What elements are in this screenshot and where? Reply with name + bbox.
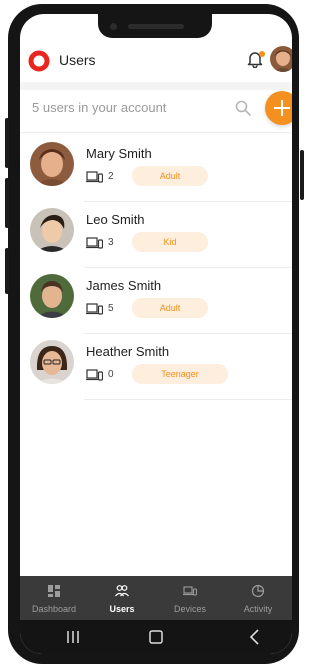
page-title: Users xyxy=(59,52,96,68)
system-navigation-bar xyxy=(20,620,292,654)
phone-side-button xyxy=(5,248,9,294)
avatar xyxy=(30,208,74,252)
home-icon[interactable] xyxy=(147,628,165,646)
role-badge: Teenager xyxy=(132,364,228,384)
device-count: 0 xyxy=(108,369,114,380)
role-badge: Adult xyxy=(132,166,208,186)
user-name: Leo Smith xyxy=(86,212,145,227)
recent-apps-icon[interactable] xyxy=(64,628,82,646)
devices-icon xyxy=(183,586,197,596)
add-user-button[interactable] xyxy=(265,91,292,125)
nav-users[interactable]: Users xyxy=(88,576,156,620)
notification-badge xyxy=(259,51,265,57)
user-name: Mary Smith xyxy=(86,146,152,161)
users-count-search[interactable]: 5 users in your account xyxy=(32,100,166,115)
user-row[interactable]: Heather Smith 0 Teenager xyxy=(20,334,292,400)
app-logo-ring-icon xyxy=(28,50,50,72)
dashboard-grid-icon xyxy=(48,585,60,597)
phone-side-button xyxy=(300,150,304,200)
user-row[interactable]: Leo Smith 3 Kid xyxy=(20,202,292,268)
devices-icon xyxy=(86,303,103,315)
user-name: Heather Smith xyxy=(86,344,170,359)
back-icon[interactable] xyxy=(246,628,264,646)
bottom-navigation: Dashboard Users Devices Activity xyxy=(20,576,292,620)
nav-activity[interactable]: Activity xyxy=(224,576,292,620)
nav-label: Activity xyxy=(243,604,273,614)
nav-label: Devices xyxy=(173,604,206,614)
front-camera xyxy=(110,23,117,30)
phone-side-button xyxy=(5,118,9,168)
nav-devices[interactable]: Devices xyxy=(156,576,224,620)
divider xyxy=(84,399,292,400)
devices-icon xyxy=(86,237,103,249)
avatar xyxy=(30,142,74,186)
activity-pie-icon xyxy=(251,584,265,598)
device-count: 2 xyxy=(108,171,114,182)
devices-icon xyxy=(86,171,103,183)
avatar xyxy=(30,274,74,318)
divider xyxy=(20,132,292,133)
phone-side-button xyxy=(5,178,9,228)
device-count: 5 xyxy=(108,303,114,314)
phone-speaker xyxy=(128,24,184,29)
role-badge: Kid xyxy=(132,232,208,252)
nav-dashboard[interactable]: Dashboard xyxy=(20,576,88,620)
nav-label: Dashboard xyxy=(31,604,77,614)
search-icon[interactable] xyxy=(234,99,252,117)
role-badge: Adult xyxy=(132,298,208,318)
users-icon xyxy=(115,585,129,597)
nav-label: Users xyxy=(109,604,135,614)
app-screen: Users 5 users in your account Mary Smith… xyxy=(20,14,292,654)
account-avatar[interactable] xyxy=(270,46,292,72)
devices-icon xyxy=(86,369,103,381)
user-row[interactable]: Mary Smith 2 Adult xyxy=(20,136,292,202)
user-name: James Smith xyxy=(86,278,162,293)
user-row[interactable]: James Smith 5 Adult xyxy=(20,268,292,334)
avatar xyxy=(30,340,74,384)
app-header: Users xyxy=(20,46,292,82)
device-count: 3 xyxy=(108,237,114,248)
header-divider xyxy=(20,82,292,90)
